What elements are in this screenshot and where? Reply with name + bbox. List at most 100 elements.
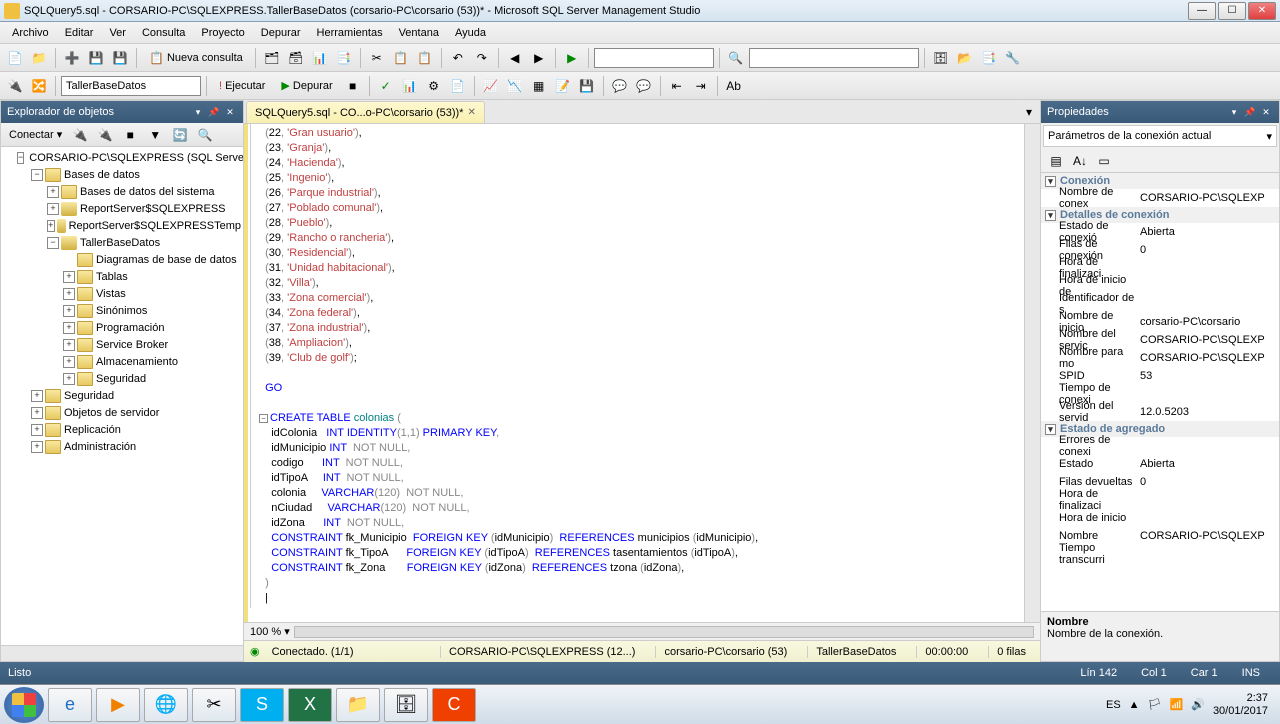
save-all-icon[interactable]: 💾 xyxy=(109,47,131,69)
maximize-button[interactable]: ☐ xyxy=(1218,2,1246,20)
increase-indent-icon[interactable]: ⇥ xyxy=(690,75,712,97)
taskbar-skype[interactable]: S xyxy=(240,688,284,722)
database-combo[interactable]: TallerBaseDatos xyxy=(61,76,201,96)
db-icon[interactable]: 📑 xyxy=(333,47,355,69)
tree-server[interactable]: −CORSARIO-PC\SQLEXPRESS (SQL Server xyxy=(3,149,241,166)
connect-icon[interactable]: 🔌 xyxy=(4,75,26,97)
tree-replication[interactable]: +Replicación xyxy=(3,421,241,438)
taskbar-snip[interactable]: ✂ xyxy=(192,688,236,722)
decrease-indent-icon[interactable]: ⇤ xyxy=(666,75,688,97)
stop-icon[interactable]: ■ xyxy=(119,124,141,146)
new-project-icon[interactable]: 📄 xyxy=(4,47,26,69)
panel-dropdown-icon[interactable]: ▾ xyxy=(191,105,205,119)
results-grid-icon[interactable]: ▦ xyxy=(528,75,550,97)
properties-grid[interactable]: ▾ConexiónNombre de conexCORSARIO-PC\SQLE… xyxy=(1041,173,1279,611)
taskbar-explorer[interactable]: 📁 xyxy=(336,688,380,722)
taskbar-camtasia[interactable]: C xyxy=(432,688,476,722)
properties-icon[interactable]: 🔧 xyxy=(1002,47,1024,69)
include-stats-icon[interactable]: 📉 xyxy=(504,75,526,97)
search-icon[interactable]: 🔍 xyxy=(194,124,216,146)
add-icon[interactable]: ➕ xyxy=(61,47,83,69)
debug-button[interactable]: ▶ Depurar xyxy=(274,75,339,97)
tree-rs2[interactable]: +ReportServer$SQLEXPRESSTemp xyxy=(3,217,241,234)
tray-date[interactable]: 30/01/2017 xyxy=(1213,705,1268,717)
query-options-icon[interactable]: ⚙ xyxy=(423,75,445,97)
display-plan-icon[interactable]: 📊 xyxy=(399,75,421,97)
tray-flag-icon[interactable]: 🏳 xyxy=(1148,698,1162,711)
panel-close-icon[interactable]: ✕ xyxy=(223,105,237,119)
tab-close-icon[interactable]: ✕ xyxy=(467,107,475,118)
copy-icon[interactable]: 📋 xyxy=(390,47,412,69)
menu-editar[interactable]: Editar xyxy=(57,25,102,41)
menu-ver[interactable]: Ver xyxy=(101,25,134,41)
tray-lang[interactable]: ES xyxy=(1106,699,1121,711)
zoom-combo[interactable]: 100 % ▾ xyxy=(250,625,290,638)
object-tree[interactable]: −CORSARIO-PC\SQLEXPRESS (SQL Server −Bas… xyxy=(1,147,243,645)
taskbar-wmp[interactable]: ▶ xyxy=(96,688,140,722)
tray-up-icon[interactable]: ▲ xyxy=(1129,699,1140,711)
minimize-button[interactable]: — xyxy=(1188,2,1216,20)
tray-time[interactable]: 2:37 xyxy=(1213,692,1268,704)
panel-pin-icon[interactable]: 📌 xyxy=(1243,105,1257,119)
db-icon[interactable]: 🗃 xyxy=(285,47,307,69)
search-combo[interactable] xyxy=(749,48,919,68)
start-button[interactable] xyxy=(4,687,44,723)
tree-security-db[interactable]: +Seguridad xyxy=(3,370,241,387)
tree-programming[interactable]: +Programación xyxy=(3,319,241,336)
close-button[interactable]: ✕ xyxy=(1248,2,1276,20)
cut-icon[interactable]: ✂ xyxy=(366,47,388,69)
nav-back-icon[interactable]: ◀ xyxy=(504,47,526,69)
tree-security[interactable]: +Seguridad xyxy=(3,387,241,404)
execute-button[interactable]: ! Ejecutar xyxy=(212,75,272,97)
uncomment-icon[interactable]: 💬 xyxy=(633,75,655,97)
tree-serverobj[interactable]: +Objetos de servidor xyxy=(3,404,241,421)
disconnect-icon[interactable]: 🔌 xyxy=(94,124,116,146)
taskbar-excel[interactable]: X xyxy=(288,688,332,722)
tree-hscroll[interactable] xyxy=(1,645,243,661)
taskbar-ssms[interactable]: 🗄 xyxy=(384,688,428,722)
tree-tables[interactable]: +Tablas xyxy=(3,268,241,285)
cancel-icon[interactable]: ■ xyxy=(342,75,364,97)
taskbar-chrome[interactable]: 🌐 xyxy=(144,688,188,722)
menu-ayuda[interactable]: Ayuda xyxy=(447,25,494,41)
intellisense-icon[interactable]: 📄 xyxy=(447,75,469,97)
system-tray[interactable]: ES ▲ 🏳 📶 🔊 2:37 30/01/2017 xyxy=(1098,692,1276,716)
menu-consulta[interactable]: Consulta xyxy=(134,25,193,41)
refresh-icon[interactable]: 🔄 xyxy=(169,124,191,146)
tab-dropdown-icon[interactable]: ▾ xyxy=(1018,101,1040,123)
tray-network-icon[interactable]: 📶 xyxy=(1170,698,1184,711)
sql-editor[interactable]: (22, 'Gran usuario'), (23, 'Granja'), (2… xyxy=(244,124,1024,622)
menu-herramientas[interactable]: Herramientas xyxy=(309,25,391,41)
editor-hscroll[interactable] xyxy=(294,626,1034,638)
tree-sysdb[interactable]: +Bases de datos del sistema xyxy=(3,183,241,200)
template-icon[interactable]: 📑 xyxy=(978,47,1000,69)
tree-rs1[interactable]: +ReportServer$SQLEXPRESS xyxy=(3,200,241,217)
registered-servers-icon[interactable]: 🗄 xyxy=(930,47,952,69)
paste-icon[interactable]: 📋 xyxy=(414,47,436,69)
categorized-icon[interactable]: ▤ xyxy=(1045,150,1067,172)
object-explorer-icon[interactable]: 📂 xyxy=(954,47,976,69)
db-engine-icon[interactable]: 🗂 xyxy=(261,47,283,69)
tab-sqlquery5[interactable]: SQLQuery5.sql - CO...o-PC\corsario (53))… xyxy=(246,101,485,123)
new-query-button[interactable]: 📋 Nueva consulta xyxy=(142,47,250,69)
connect-dropdown[interactable]: Conectar ▾ xyxy=(5,128,66,141)
props-pages-icon[interactable]: ▭ xyxy=(1093,150,1115,172)
panel-close-icon[interactable]: ✕ xyxy=(1259,105,1273,119)
change-connection-icon[interactable]: 🔀 xyxy=(28,75,50,97)
tree-databases[interactable]: −Bases de datos xyxy=(3,166,241,183)
db-icon[interactable]: 📊 xyxy=(309,47,331,69)
open-icon[interactable]: 📁 xyxy=(28,47,50,69)
tree-synonyms[interactable]: +Sinónimos xyxy=(3,302,241,319)
menu-depurar[interactable]: Depurar xyxy=(253,25,309,41)
menu-archivo[interactable]: Archivo xyxy=(4,25,57,41)
menu-ventana[interactable]: Ventana xyxy=(391,25,447,41)
tree-admin[interactable]: +Administración xyxy=(3,438,241,455)
parse-icon[interactable]: ✓ xyxy=(375,75,397,97)
undo-icon[interactable]: ↶ xyxy=(447,47,469,69)
include-plan-icon[interactable]: 📈 xyxy=(480,75,502,97)
tree-storage[interactable]: +Almacenamiento xyxy=(3,353,241,370)
redo-icon[interactable]: ↷ xyxy=(471,47,493,69)
connect-icon[interactable]: 🔌 xyxy=(69,124,91,146)
menu-proyecto[interactable]: Proyecto xyxy=(193,25,252,41)
results-text-icon[interactable]: 📝 xyxy=(552,75,574,97)
